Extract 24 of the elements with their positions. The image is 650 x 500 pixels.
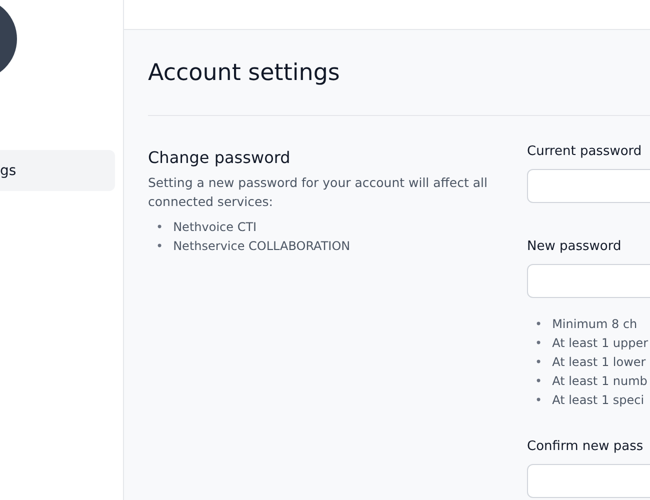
password-field[interactable]	[527, 464, 650, 498]
requirement-item: At least 1 numb	[552, 372, 648, 388]
section-title: Change password	[148, 148, 292, 167]
sidebar-item[interactable]: gs	[0, 150, 115, 191]
bullet: •	[535, 392, 542, 408]
bullet: •	[156, 238, 164, 254]
bullet: •	[535, 316, 542, 332]
password-field[interactable]	[527, 169, 650, 203]
bullet: •	[535, 372, 542, 388]
requirement-item: At least 1 upper	[552, 334, 648, 350]
service-item: Nethservice COLLABORATION	[173, 238, 350, 254]
page-title: Account settings	[148, 59, 341, 88]
bullet: •	[156, 218, 164, 234]
bullet: •	[535, 354, 542, 370]
service-item: Nethvoice CTI	[173, 218, 257, 234]
requirement-item: At least 1 lower	[552, 354, 646, 370]
section-description: Setting a new password for your account will affect all connected services:	[148, 174, 488, 211]
field-label: Current password	[527, 144, 643, 159]
password-field[interactable]	[527, 264, 650, 298]
bullet: •	[535, 334, 542, 350]
requirement-item: Minimum 8 ch	[552, 316, 638, 332]
requirement-item: At least 1 speci	[552, 392, 644, 408]
field-label: Confirm new pass	[527, 439, 644, 454]
field-label: New password	[527, 239, 622, 254]
